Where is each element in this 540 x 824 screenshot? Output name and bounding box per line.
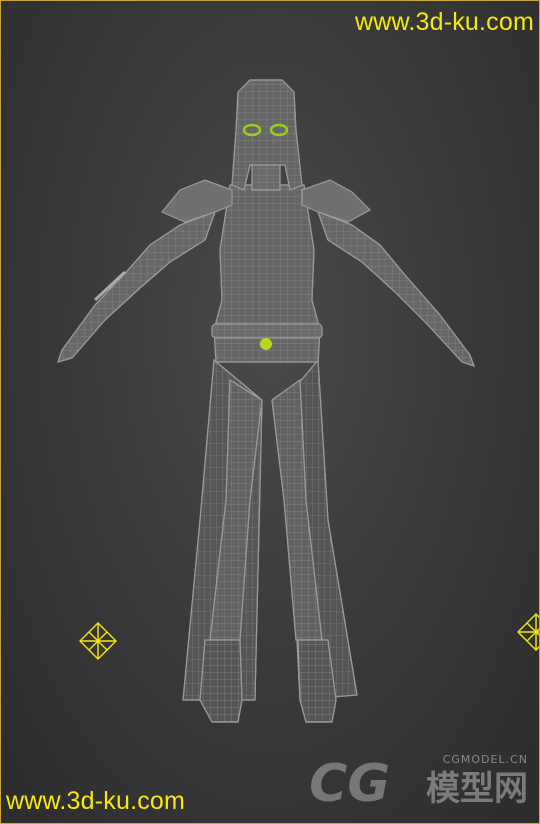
light-helper-icon[interactable] <box>517 613 540 651</box>
light-helper-icon[interactable] <box>79 622 117 660</box>
wireframe-character-model[interactable] <box>0 0 540 824</box>
cg-logo-chinese: 模型网 <box>426 769 528 809</box>
3d-viewport[interactable]: www.3d-ku.com www.3d-ku.com CGMODEL.CN C… <box>0 0 540 824</box>
watermark-top: www.3d-ku.com <box>354 8 534 36</box>
cg-logo: CG <box>309 754 390 814</box>
character-body <box>57 79 475 723</box>
watermark-bottom: www.3d-ku.com <box>6 787 186 815</box>
selected-navel-vertex <box>260 338 272 350</box>
